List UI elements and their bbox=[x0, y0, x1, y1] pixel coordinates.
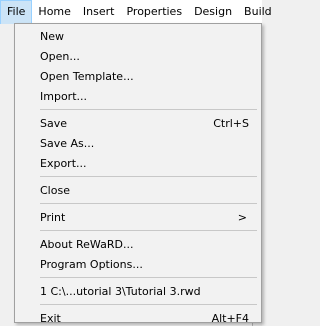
menu-item-label: New bbox=[40, 29, 64, 43]
menu-item-label: Import... bbox=[40, 89, 87, 103]
menu-item-label: About ReWaRD... bbox=[40, 237, 134, 251]
menu-item-save-as[interactable]: Save As... bbox=[15, 133, 261, 153]
menu-item-export[interactable]: Export... bbox=[15, 153, 261, 173]
menu-separator bbox=[40, 176, 257, 177]
menu-item-about[interactable]: About ReWaRD... bbox=[15, 234, 261, 254]
menu-item-close[interactable]: Close bbox=[15, 180, 261, 200]
menu-item-open[interactable]: Open... bbox=[15, 46, 261, 66]
menu-design[interactable]: Design bbox=[188, 0, 238, 24]
menu-properties[interactable]: Properties bbox=[120, 0, 188, 24]
menu-item-open-template[interactable]: Open Template... bbox=[15, 66, 261, 86]
menu-file[interactable]: File bbox=[0, 0, 33, 24]
menu-item-recent-file[interactable]: 1 C:\...utorial 3\Tutorial 3.rwd bbox=[15, 281, 261, 301]
menu-home[interactable]: Home bbox=[32, 0, 76, 24]
menu-item-new[interactable]: New bbox=[15, 26, 261, 46]
menu-build[interactable]: Build bbox=[238, 0, 278, 24]
menu-item-label: Open Template... bbox=[40, 69, 134, 83]
submenu-arrow-icon: > bbox=[237, 210, 247, 224]
menu-item-label: Save bbox=[40, 116, 68, 130]
menu-item-shortcut: Ctrl+S bbox=[213, 116, 249, 130]
menu-separator bbox=[40, 304, 257, 305]
menu-item-label: Print bbox=[40, 210, 66, 224]
menu-item-label: 1 C:\...utorial 3\Tutorial 3.rwd bbox=[40, 284, 201, 298]
menu-item-label: Program Options... bbox=[40, 257, 143, 271]
menu-bar: File Home Insert Properties Design Build bbox=[0, 0, 272, 24]
menu-separator bbox=[40, 203, 257, 204]
file-menu-dropdown: New Open... Open Template... Import... S… bbox=[14, 23, 262, 326]
menu-insert[interactable]: Insert bbox=[77, 0, 121, 24]
menu-separator bbox=[40, 277, 257, 278]
menu-separator bbox=[40, 230, 257, 231]
menu-item-save[interactable]: Save Ctrl+S bbox=[15, 113, 261, 133]
menu-item-label: Save As... bbox=[40, 136, 95, 150]
menu-item-label: Exit bbox=[40, 311, 61, 325]
menu-item-label: Export... bbox=[40, 156, 87, 170]
menu-separator bbox=[40, 109, 257, 110]
menu-item-print[interactable]: Print > bbox=[15, 207, 261, 227]
menu-item-program-options[interactable]: Program Options... bbox=[15, 254, 261, 274]
application-window: File Home Insert Properties Design Build… bbox=[0, 0, 272, 326]
menu-item-exit[interactable]: Exit Alt+F4 bbox=[15, 308, 261, 326]
menu-item-label: Close bbox=[40, 183, 70, 197]
menu-item-label: Open... bbox=[40, 49, 80, 63]
menu-item-import[interactable]: Import... bbox=[15, 86, 261, 106]
menu-item-shortcut: Alt+F4 bbox=[211, 311, 249, 325]
